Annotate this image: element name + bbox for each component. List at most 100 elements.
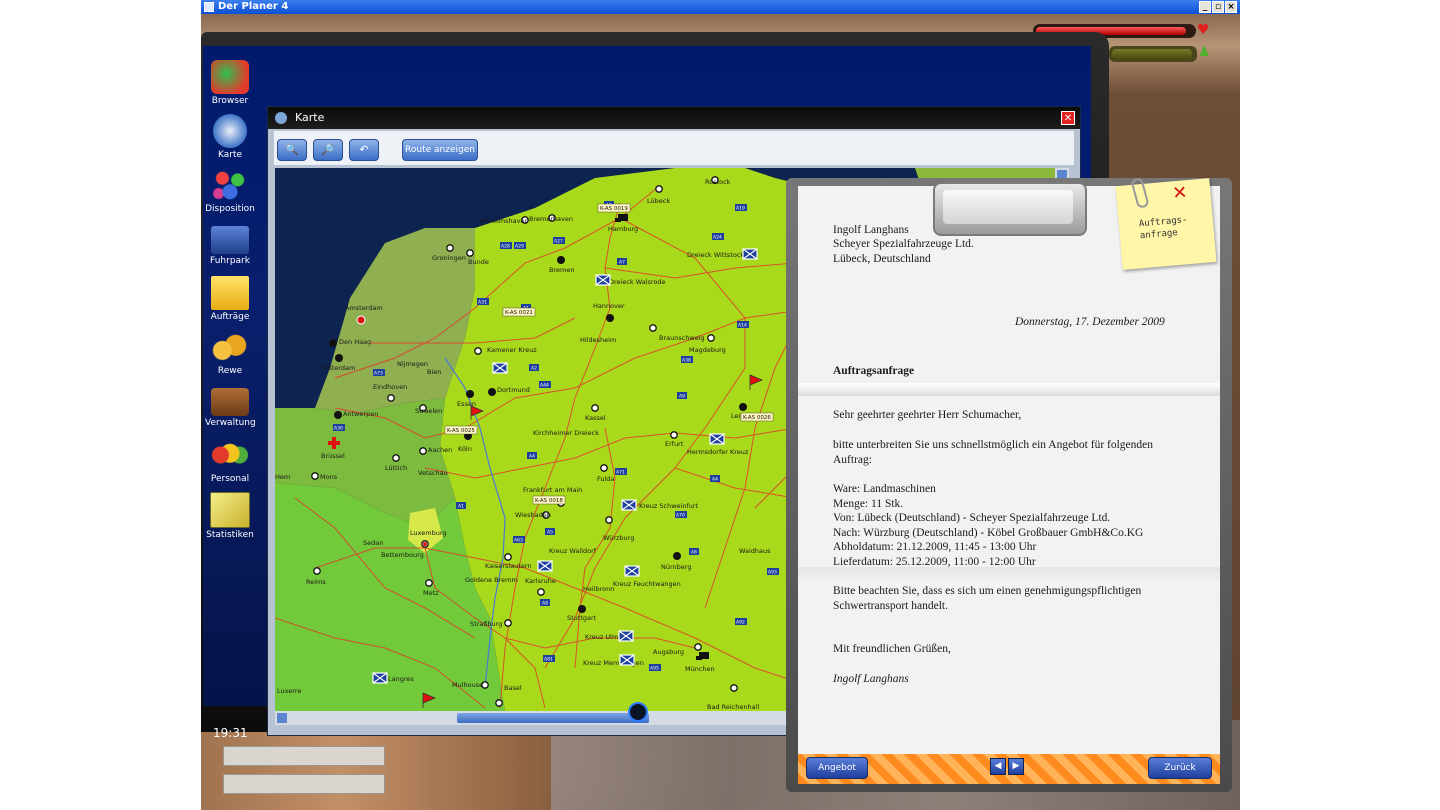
route-anzeigen-button[interactable]: Route anzeigen — [402, 139, 478, 161]
svg-text:Kassel: Kassel — [585, 414, 606, 422]
svg-text:Kreuz Walldorf: Kreuz Walldorf — [549, 547, 597, 555]
svg-text:A44: A44 — [540, 383, 549, 389]
sender-location: Lübeck, Deutschland — [833, 253, 931, 265]
order-details: Ware: Landmaschinen Menge: 11 Stk. Von: … — [833, 483, 1144, 568]
desktop-icon-fuhrpark[interactable]: Fuhrpark — [205, 222, 255, 266]
svg-text:A2: A2 — [531, 366, 537, 372]
letter-note: Bitte beachten Sie, dass es sich um eine… — [833, 585, 1142, 612]
folder-icon — [211, 276, 249, 310]
zurueck-button[interactable]: Zurück — [1148, 757, 1212, 779]
paper-band — [798, 567, 1220, 585]
scroll-thumb[interactable] — [457, 713, 649, 723]
svg-text:A24: A24 — [713, 235, 722, 241]
title-bar: Der Planer 4 _ ▫ × — [201, 0, 1240, 14]
svg-text:Bad Reichenhall: Bad Reichenhall — [707, 703, 759, 711]
zoom-out-button[interactable]: 🔎 — [313, 139, 343, 161]
svg-text:A5: A5 — [547, 530, 553, 536]
svg-text:Amsterdam: Amsterdam — [345, 304, 383, 312]
minimize-button[interactable]: _ — [1199, 1, 1211, 13]
zoom-in-button[interactable]: 🔍 — [277, 139, 307, 161]
svg-text:Kaiserslautern: Kaiserslautern — [485, 562, 532, 570]
desktop-icon-label: Verwaltung — [205, 418, 256, 428]
svg-text:Goldene Bremm: Goldene Bremm — [465, 576, 518, 584]
globe-icon — [275, 112, 287, 124]
previous-button[interactable]: ◀ — [990, 758, 1006, 775]
svg-text:Metz: Metz — [423, 589, 439, 597]
svg-text:A4: A4 — [712, 477, 718, 483]
scroll-left-icon[interactable] — [277, 713, 287, 723]
svg-text:Heilbronn: Heilbronn — [583, 585, 614, 593]
svg-text:Bettembourg: Bettembourg — [381, 551, 424, 559]
svg-text:A81: A81 — [544, 657, 553, 663]
svg-text:A31: A31 — [478, 300, 487, 306]
next-button[interactable]: ▶ — [1008, 758, 1024, 775]
desktop-icon-statistiken[interactable]: Statistiken — [205, 492, 255, 540]
arrow-right-icon: ▶ — [1012, 761, 1020, 771]
reset-view-button[interactable]: ↶ — [349, 139, 379, 161]
karte-title: Karte — [295, 111, 325, 124]
sender-company: Scheyer Spezialfahrzeuge Ltd. — [833, 238, 974, 250]
desktop-icon-disposition[interactable]: Disposition — [205, 168, 255, 214]
svg-text:A29: A29 — [515, 244, 524, 250]
svg-text:Kirchheimer Dreieck: Kirchheimer Dreieck — [533, 429, 599, 437]
svg-text:Bremen: Bremen — [549, 266, 574, 274]
svg-text:Hamburg: Hamburg — [608, 225, 638, 233]
svg-text:Den Haag: Den Haag — [339, 338, 371, 346]
person-icon: ♟ — [1198, 44, 1211, 60]
desktop-icon-karte[interactable]: Karte — [205, 114, 255, 160]
city-marker-amsterdam[interactable] — [356, 315, 366, 325]
desktop-icon-personal[interactable]: Personal — [205, 438, 255, 484]
close-icon[interactable]: ✕ — [1171, 182, 1188, 204]
svg-text:Waidhaus: Waidhaus — [739, 547, 771, 555]
svg-text:München: München — [685, 665, 715, 673]
letter-paper: Ingolf Langhans Scheyer Spezialfahrzeuge… — [798, 186, 1220, 754]
svg-text:Hermsdorfer Kreuz: Hermsdorfer Kreuz — [687, 448, 749, 456]
desktop-icon-label: Browser — [211, 96, 249, 106]
desktop-icon-auftraege[interactable]: Aufträge — [205, 276, 255, 322]
svg-text:Eindhoven: Eindhoven — [373, 383, 407, 391]
svg-text:Wiesbaden: Wiesbaden — [515, 511, 551, 519]
svg-text:A28: A28 — [501, 244, 510, 250]
svg-text:A73: A73 — [374, 371, 383, 377]
svg-text:Kreuz Feuchtwangen: Kreuz Feuchtwangen — [613, 580, 681, 588]
svg-text:Kreuz Ulm: Kreuz Ulm — [585, 633, 618, 641]
energy-bar — [1109, 46, 1197, 62]
desktop-icon-label: Statistiken — [206, 530, 254, 540]
browser-icon — [211, 60, 249, 94]
svg-text:Sedan: Sedan — [363, 539, 383, 547]
svg-text:Brüssel: Brüssel — [321, 452, 345, 460]
desktop-icon-rewe[interactable]: Rewe — [205, 330, 255, 376]
karte-close-button[interactable]: ✕ — [1061, 111, 1075, 125]
svg-text:A71: A71 — [616, 470, 625, 476]
desktop-icon-label: Aufträge — [210, 312, 250, 322]
svg-text:Straßburg: Straßburg — [470, 620, 502, 628]
svg-text:Hannover: Hannover — [593, 302, 625, 310]
svg-text:A4: A4 — [529, 454, 535, 460]
power-button[interactable] — [628, 702, 648, 722]
drawer — [223, 774, 385, 794]
svg-text:A70: A70 — [676, 513, 685, 519]
svg-text:Luxerre: Luxerre — [277, 687, 301, 695]
svg-text:Stuttgart: Stuttgart — [567, 614, 597, 622]
heart-icon: ♥ — [1197, 22, 1210, 38]
arrow-left-icon: ◀ — [994, 761, 1002, 771]
svg-text:A38: A38 — [682, 358, 691, 364]
svg-text:K-AS 0026: K-AS 0026 — [743, 415, 771, 421]
desktop-icon-browser[interactable]: Browser — [205, 60, 255, 106]
svg-text:Hildesheim: Hildesheim — [580, 336, 616, 344]
people-icon — [211, 438, 249, 472]
close-window-button[interactable]: × — [1225, 1, 1237, 13]
svg-text:Köln: Köln — [458, 445, 472, 453]
maximize-button[interactable]: ▫ — [1212, 1, 1224, 13]
angebot-button[interactable]: Angebot — [806, 757, 868, 779]
letter-subject: Auftragsanfrage — [833, 365, 915, 377]
paper-band — [798, 383, 1220, 396]
svg-text:Dreieck Walsrode: Dreieck Walsrode — [609, 278, 666, 286]
desktop-icon-verwaltung[interactable]: Verwaltung — [205, 384, 256, 428]
svg-text:Fulda: Fulda — [597, 475, 614, 483]
svg-text:A7: A7 — [619, 260, 625, 266]
svg-text:Braunschweig: Braunschweig — [659, 334, 705, 342]
svg-text:Kamener Kreuz: Kamener Kreuz — [487, 346, 537, 354]
city-marker-luxemburg[interactable] — [423, 542, 427, 546]
svg-text:Kreuz Memmingen: Kreuz Memmingen — [583, 659, 644, 667]
